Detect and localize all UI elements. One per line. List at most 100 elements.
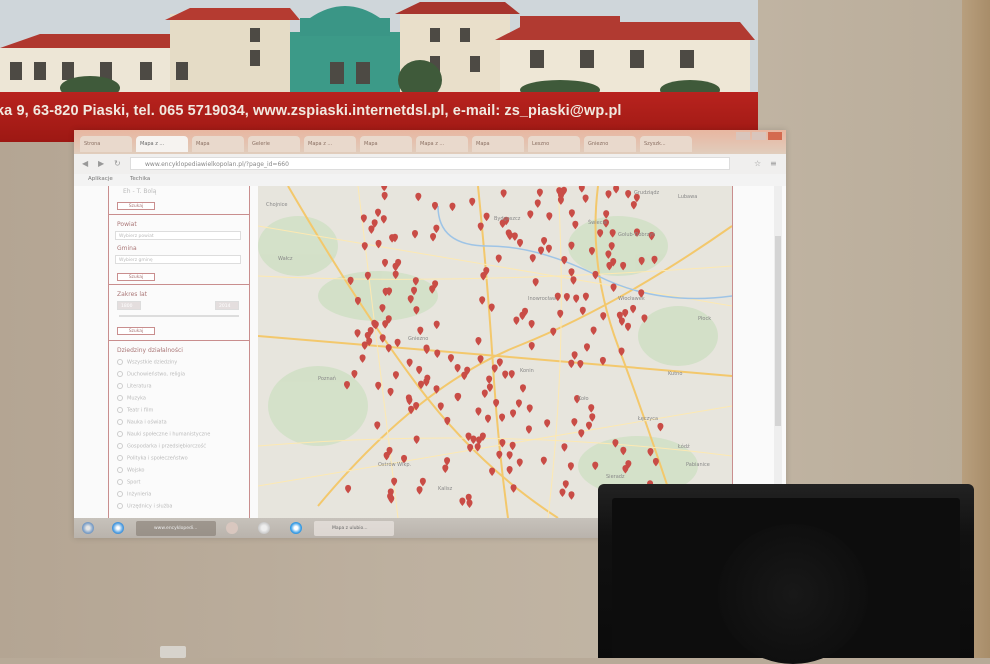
map-pin-icon[interactable] (407, 295, 414, 304)
back-icon[interactable]: ◀ (82, 159, 88, 168)
map-pin-icon[interactable] (496, 358, 503, 367)
map-pin-icon[interactable] (538, 246, 545, 256)
map-pin-icon[interactable] (481, 389, 488, 399)
media-player-icon[interactable] (226, 522, 238, 534)
year-to[interactable]: 2014 (215, 301, 239, 310)
map-pin-icon[interactable] (519, 384, 526, 393)
map-pin-icon[interactable] (571, 418, 578, 427)
map-pin-icon[interactable] (379, 304, 386, 313)
map-pin-icon[interactable] (412, 277, 419, 286)
map-pin-icon[interactable] (536, 188, 543, 198)
map-pin-icon[interactable] (510, 409, 517, 418)
map-pin-icon[interactable] (612, 439, 619, 448)
browser-tab[interactable]: Mapa (360, 136, 412, 152)
internet-explorer-icon[interactable] (112, 522, 124, 534)
browser-tab[interactable]: Mapa (192, 136, 244, 152)
map-view[interactable]: Bydgoszcz Inowrocław Włocławek Płock Kut… (258, 186, 733, 518)
map-pin-icon[interactable] (559, 488, 566, 498)
map-pin-icon[interactable] (557, 196, 564, 205)
map-pin-icon[interactable] (499, 439, 506, 448)
map-pin-icon[interactable] (499, 413, 506, 422)
map-pin-icon[interactable] (495, 254, 502, 263)
map-pin-icon[interactable] (385, 344, 392, 353)
browser-tab-active[interactable]: Mapa z ... (136, 136, 188, 152)
map-pin-icon[interactable] (622, 465, 629, 474)
map-pin-icon[interactable] (568, 209, 575, 218)
map-pin-icon[interactable] (579, 306, 586, 316)
map-pin-icon[interactable] (375, 208, 382, 218)
map-pin-icon[interactable] (354, 296, 361, 306)
map-pin-icon[interactable] (609, 229, 616, 238)
search-button[interactable]: Szukaj (117, 273, 155, 281)
map-pin-icon[interactable] (613, 186, 620, 194)
map-pin-icon[interactable] (430, 233, 437, 242)
map-pin-icon[interactable] (618, 347, 625, 356)
map-pin-icon[interactable] (406, 396, 413, 406)
map-pin-icon[interactable] (447, 354, 454, 363)
map-pin-icon[interactable] (534, 199, 541, 208)
browser-tab[interactable]: Mapa z ... (304, 136, 356, 152)
map-pin-icon[interactable] (359, 354, 366, 363)
map-pin-icon[interactable] (585, 421, 592, 431)
map-pin-icon[interactable] (647, 447, 654, 457)
map-pin-icon[interactable] (577, 359, 584, 369)
map-pin-icon[interactable] (380, 215, 387, 224)
map-pin-icon[interactable] (540, 456, 547, 466)
map-pin-icon[interactable] (361, 341, 368, 350)
map-pin-icon[interactable] (442, 464, 449, 473)
map-pin-icon[interactable] (375, 381, 382, 391)
map-pin-icon[interactable] (506, 466, 513, 475)
url-field[interactable]: www.encyklopediawielkopolan.pl/?page_id=… (130, 157, 730, 170)
menu-icon[interactable]: ≡ (770, 159, 777, 168)
map-pin-icon[interactable] (437, 402, 444, 411)
map-pin-icon[interactable] (417, 326, 424, 336)
category-option[interactable]: Wszystkie dziedziny (117, 359, 177, 366)
map-pin-icon[interactable] (567, 462, 574, 471)
reload-icon[interactable]: ↻ (114, 159, 121, 168)
map-pin-icon[interactable] (381, 191, 388, 201)
map-pin-icon[interactable] (351, 369, 358, 379)
map-pin-icon[interactable] (528, 342, 535, 351)
map-pin-icon[interactable] (528, 319, 535, 329)
page-scrollbar[interactable] (774, 186, 782, 518)
map-pin-icon[interactable] (605, 190, 612, 199)
close-button[interactable] (768, 132, 782, 140)
category-option[interactable]: Polityka i społeczeństwo (117, 455, 188, 462)
map-pin-icon[interactable] (416, 486, 423, 495)
map-pin-icon[interactable] (588, 404, 595, 413)
map-pin-icon[interactable] (545, 244, 552, 254)
start-icon[interactable] (82, 522, 94, 534)
maximize-button[interactable] (752, 132, 766, 140)
map-pin-icon[interactable] (343, 380, 350, 390)
browser-tab[interactable]: Gelerie (248, 136, 300, 152)
category-option[interactable]: Wojsko (117, 467, 144, 474)
browser-tab[interactable]: Mapa (472, 136, 524, 152)
map-pin-icon[interactable] (474, 443, 481, 452)
taskbar-item-chrome-window[interactable]: Mapa z ulubio... (314, 521, 394, 536)
map-pin-icon[interactable] (470, 435, 477, 445)
map-pin-icon[interactable] (510, 484, 517, 493)
map-pin-icon[interactable] (382, 258, 389, 268)
powiat-select[interactable]: Wybierz powiat (115, 231, 241, 240)
browser-tab[interactable]: Strona (80, 136, 132, 152)
star-icon[interactable]: ☆ (754, 159, 761, 168)
map-pin-icon[interactable] (570, 276, 577, 285)
map-pin-icon[interactable] (429, 285, 436, 294)
map-pin-icon[interactable] (419, 477, 426, 487)
map-pin-icon[interactable] (493, 399, 500, 408)
map-pin-icon[interactable] (502, 370, 509, 379)
map-pin-icon[interactable] (345, 484, 352, 494)
map-pin-icon[interactable] (573, 294, 580, 304)
minimize-button[interactable] (736, 132, 750, 140)
map-pin-icon[interactable] (423, 378, 430, 387)
map-pin-icon[interactable] (562, 480, 569, 489)
map-pin-icon[interactable] (509, 441, 516, 451)
map-pin-icon[interactable] (513, 316, 520, 325)
map-pin-icon[interactable] (374, 421, 381, 430)
bookmark-apps[interactable]: Aplikacje (88, 176, 113, 182)
map-pin-icon[interactable] (461, 371, 468, 381)
map-pin-icon[interactable] (423, 345, 430, 355)
map-pin-icon[interactable] (516, 458, 523, 467)
category-option[interactable]: Gospodarka i przedsiębiorczość (117, 443, 206, 450)
map-pin-icon[interactable] (508, 370, 515, 379)
